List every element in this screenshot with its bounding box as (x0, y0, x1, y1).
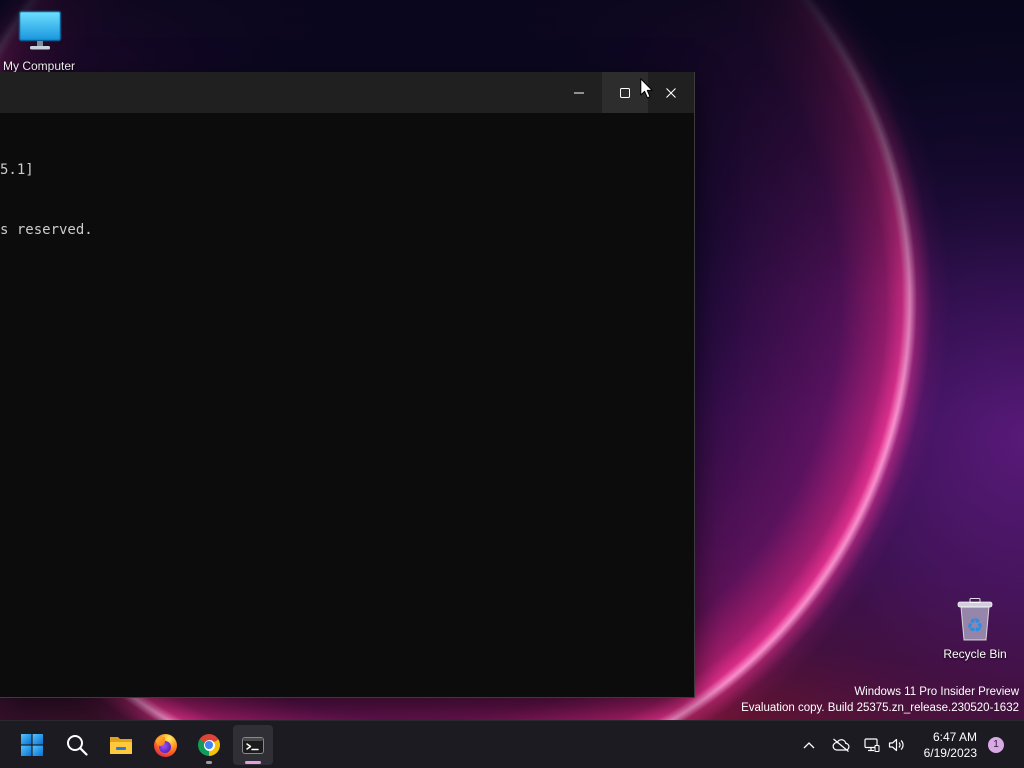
active-indicator (245, 761, 261, 764)
chrome-icon (198, 734, 220, 756)
close-icon (666, 87, 676, 98)
close-button[interactable] (648, 72, 694, 113)
terminal-icon (242, 736, 264, 754)
watermark-build: Evaluation copy. Build 25375.zn_release.… (741, 702, 1019, 714)
file-explorer-icon (110, 737, 132, 754)
show-hidden-icons-button[interactable] (799, 735, 819, 755)
cloud-off-icon (832, 738, 850, 752)
firefox-button[interactable] (145, 725, 185, 765)
firefox-icon (153, 733, 177, 757)
svg-text:♻: ♻ (966, 615, 983, 637)
terminal-button[interactable] (233, 725, 273, 765)
terminal-output-line: 5.1] (0, 162, 34, 178)
terminal-output[interactable]: 5.1] s reserved. (0, 113, 694, 697)
computer-monitor-icon (18, 10, 62, 50)
watermark-edition: Windows 11 Pro Insider Preview (854, 686, 1019, 698)
desktop-screen: My Computer ♻ Recycle Bin Windows 11 Pro… (0, 0, 1024, 768)
minimize-button[interactable] (556, 72, 602, 113)
desktop-icon-label: Recycle Bin (943, 647, 1007, 661)
network-status-button[interactable] (862, 735, 882, 755)
network-icon (864, 738, 880, 753)
minimize-icon (574, 92, 584, 93)
desktop-icon-recycle-bin[interactable]: ♻ Recycle Bin (937, 592, 1013, 661)
desktop-icon-my-computer[interactable]: My Computer (1, 6, 77, 73)
chrome-core (205, 741, 213, 749)
search-button[interactable] (57, 725, 97, 765)
evaluation-watermark: Windows 11 Pro Insider Preview Evaluatio… (741, 684, 1019, 716)
volume-icon (888, 738, 904, 752)
file-explorer-button[interactable] (101, 725, 141, 765)
notification-badge[interactable]: 1 (988, 737, 1004, 753)
running-indicator (206, 761, 212, 764)
chrome-button[interactable] (189, 725, 229, 765)
cloud-status-button[interactable] (830, 735, 852, 755)
terminal-output-line: s reserved. (0, 222, 93, 238)
search-icon (67, 735, 88, 756)
chrome-center (203, 739, 215, 751)
recycle-bin-icon: ♻ (957, 598, 993, 641)
firefox-tail (155, 736, 165, 746)
maximize-icon (620, 87, 630, 98)
clock-date: 6/19/2023 (923, 746, 977, 760)
windows-start-icon (21, 734, 43, 756)
mouse-cursor (640, 78, 653, 99)
chevron-up-icon (803, 742, 815, 749)
terminal-window: 5.1] s reserved. (0, 72, 695, 698)
clock-time: 6:47 AM (932, 730, 977, 744)
taskbar: 6:47 AM 6/19/2023 1 (0, 720, 1024, 768)
window-controls (556, 72, 694, 113)
terminal-title-bar[interactable] (0, 72, 694, 113)
volume-button[interactable] (886, 735, 906, 755)
taskbar-clock[interactable]: 6:47 AM 6/19/2023 (924, 729, 977, 761)
start-button[interactable] (12, 725, 52, 765)
